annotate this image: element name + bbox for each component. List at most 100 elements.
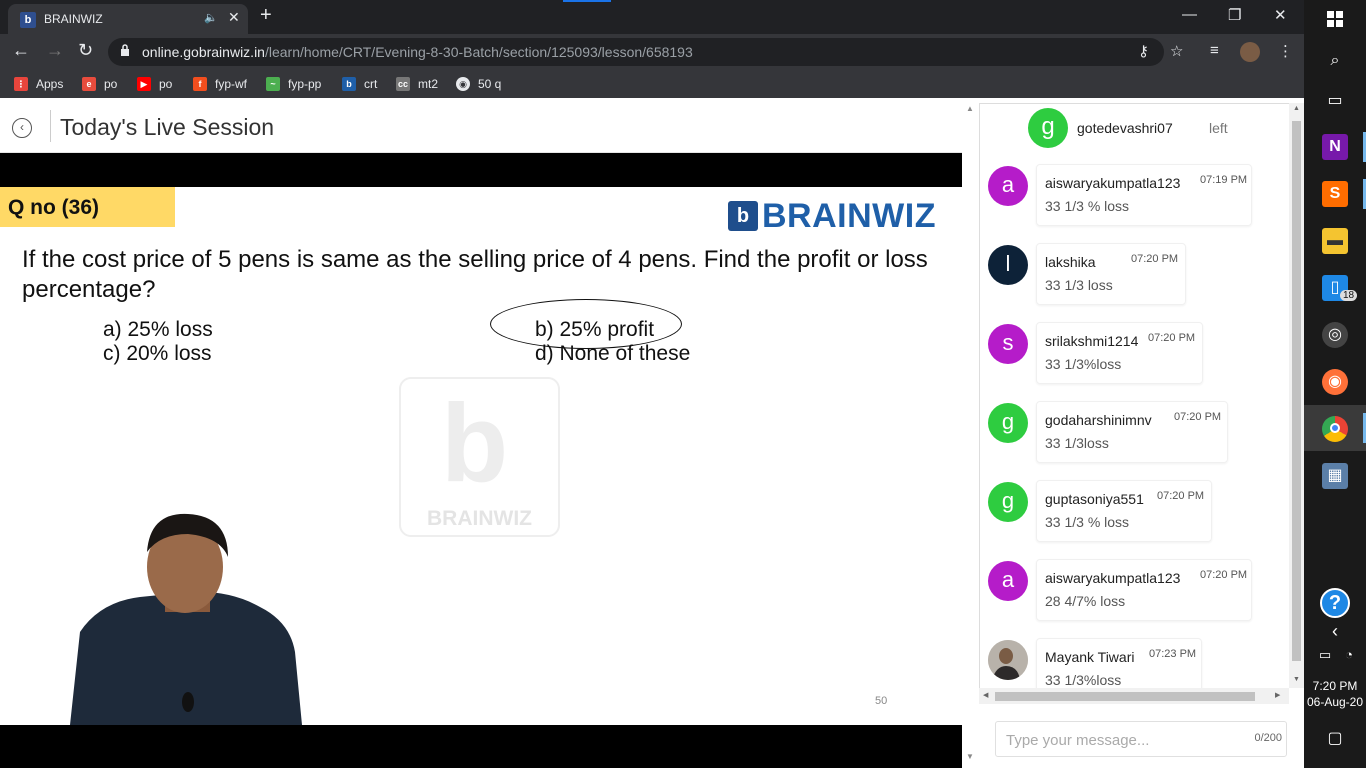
option-c: c) 20% loss [103,342,212,365]
chat-message: l lakshika 07:20 PM 33 1/3 loss [980,243,1280,309]
message-time: 07:20 PM [1200,569,1248,581]
message-bubble: guptasoniya551 07:20 PM 33 1/3 % loss [1036,480,1212,542]
bookmark-fyp-wf[interactable]: f fyp-wf [193,76,247,92]
question-text: If the cost price of 5 pens is same as t… [22,246,928,303]
scroll-left-arrow-icon[interactable]: ◀ [983,691,988,699]
minimize-button[interactable]: — [1182,6,1197,23]
profile-avatar[interactable] [1240,42,1260,62]
show-hidden-icons-chevron-icon[interactable]: ‹ [1322,618,1348,644]
tab-audio-icon[interactable]: 🔈 [204,11,218,24]
sender-name: guptasoniya551 [1045,491,1144,507]
bookmark-crt[interactable]: b crt [342,76,377,92]
system-clock[interactable]: 7:20 PM 06-Aug-20 [1304,678,1366,710]
sender-name: lakshika [1045,254,1096,270]
brainwiz-watermark: b BRAINWIZ [399,377,560,537]
new-tab-button[interactable]: + [260,4,272,27]
bookmark-mt2[interactable]: cc mt2 [396,76,438,92]
browser-tab[interactable]: b BRAINWIZ 🔈 ✕ [8,4,248,34]
message-bubble: godaharshinimnv 07:20 PM 33 1/3loss [1036,401,1228,463]
chat-message-input[interactable]: 0/200 [995,721,1287,757]
menu-kebab-icon[interactable]: ⋮ [1278,42,1293,60]
scroll-up-arrow-icon[interactable]: ▲ [966,104,974,113]
chat-scrollbar-vertical[interactable]: ▲ ▼ [1289,103,1304,688]
avatar [988,640,1028,680]
bookmark-po-2[interactable]: ▶ po [137,76,172,92]
close-window-button[interactable]: ✕ [1274,6,1287,24]
drag-indicator [563,0,611,2]
scroll-right-arrow-icon[interactable]: ▶ [1275,691,1280,699]
message-time: 07:20 PM [1148,332,1196,344]
avatar: g [988,482,1028,522]
bookmark-po-1[interactable]: e po [82,76,117,92]
battery-icon[interactable]: ▭ [1312,642,1338,668]
avatar: l [988,245,1028,285]
address-bar[interactable]: online.gobrainwiz.in/learn/home/CRT/Even… [108,38,1164,66]
left-user-name: gotedevashri07 [1077,120,1173,136]
tab-close-icon[interactable]: ✕ [228,9,240,26]
restore-button[interactable]: ❐ [1228,6,1241,24]
option-a: a) 25% loss [103,318,213,341]
message-text: 33 1/3 loss [1045,277,1113,293]
scroll-down-arrow-icon[interactable]: ▼ [966,752,974,761]
firefox-icon[interactable]: ◉ [1322,369,1348,395]
chat-scrollbar-horizontal[interactable]: ◀ ▶ [979,688,1289,704]
slide-page-number: 50 [875,695,888,707]
scrollbar-thumb[interactable] [1292,121,1301,661]
live-video-player[interactable]: Q no (36) b BRAINWIZ If the cost price o… [0,153,962,768]
scrollbar-thumb[interactable] [995,692,1255,701]
browser-titlebar: b BRAINWIZ 🔈 ✕ + — ❐ ✕ [0,0,1304,34]
task-view-icon[interactable]: ▭ [1322,88,1348,114]
left-status: left [1209,120,1228,136]
sublime-icon[interactable]: S [1322,181,1348,207]
file-explorer-icon[interactable]: ▬ [1322,228,1348,254]
scroll-down-arrow-icon[interactable]: ▼ [1293,676,1300,683]
message-bubble: srilakshmi1214 07:20 PM 33 1/3%loss [1036,322,1203,384]
sender-name: aiswaryakumpatla123 [1045,175,1181,191]
media-control-icon[interactable]: ≡ [1210,42,1219,59]
chat-panel: g gotedevashri07 left a aiswaryakumpatla… [979,103,1289,688]
message-time: 07:20 PM [1157,490,1205,502]
cc-icon: cc [396,77,410,91]
back-button[interactable]: ← [12,40,30,61]
reload-button[interactable]: ↻ [78,40,93,61]
wifi-icon[interactable]: ◔ [1336,642,1362,668]
bookmark-50q[interactable]: ◉ 50 q [456,76,501,92]
avatar: g [988,403,1028,443]
sender-name: Mayank Tiwari [1045,649,1135,665]
message-text: 33 1/3loss [1045,435,1109,451]
forward-button[interactable]: → [46,40,64,61]
presenter-video [70,513,302,725]
back-arrow-icon[interactable]: ‹ [12,118,32,138]
message-bubble: Mayank Tiwari 07:23 PM 33 1/3%loss [1036,638,1202,688]
apps-grid-icon: ⋮ [14,77,28,91]
bookmark-apps[interactable]: ⋮ Apps [14,76,63,92]
page-scrollbar[interactable]: ▲ ▼ [962,98,979,768]
brainwiz-logo: b BRAINWIZ [728,197,936,235]
chrome-icon[interactable] [1322,416,1348,442]
scroll-up-arrow-icon[interactable]: ▲ [1293,105,1300,112]
tab-title: BRAINWIZ [44,12,103,26]
calculator-icon[interactable]: ▦ [1322,463,1348,489]
avatar: a [988,166,1028,206]
url-text: online.gobrainwiz.in/learn/home/CRT/Even… [142,44,693,60]
windows-start-icon[interactable] [1322,6,1348,32]
message-bubble: aiswaryakumpatla123 07:19 PM 33 1/3 % lo… [1036,164,1252,226]
help-icon[interactable]: ? [1320,588,1350,618]
bookmark-star-icon[interactable]: ☆ [1170,42,1183,60]
chat-message: g guptasoniya551 07:20 PM 33 1/3 % loss [980,480,1280,546]
avatar: s [988,324,1028,364]
lesson-header: ‹ Today's Live Session [0,98,962,153]
search-icon[interactable]: ⌕ [1322,48,1348,74]
chart-icon: ~ [266,77,280,91]
key-icon[interactable]: ⚷ [1138,42,1149,60]
media-player-icon[interactable]: ◎ [1322,322,1348,348]
avatar: a [988,561,1028,601]
message-field[interactable] [1006,728,1236,752]
watermark-logo-icon: b [441,382,509,505]
onenote-icon[interactable]: N [1322,134,1348,160]
bookmark-fyp-pp[interactable]: ~ fyp-pp [266,76,321,92]
notification-badge: 18 [1340,290,1358,301]
message-text: 33 1/3 % loss [1045,198,1130,214]
browser-toolbar: ← → ↻ online.gobrainwiz.in/learn/home/CR… [0,34,1304,70]
action-center-icon[interactable]: ▢ [1322,726,1348,752]
